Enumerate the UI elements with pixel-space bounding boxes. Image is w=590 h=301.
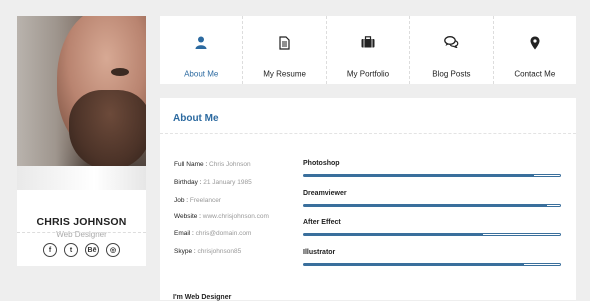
nav-label: About Me <box>184 69 219 79</box>
nav-label: Blog Posts <box>432 69 471 79</box>
profile-photo <box>17 16 146 190</box>
skill-bar <box>303 263 561 266</box>
skill-dreamviewer: Dreamviewer <box>303 190 561 207</box>
comments-icon <box>410 36 492 50</box>
nav-item-about-me[interactable]: About Me <box>160 16 244 84</box>
map-marker-icon <box>494 36 576 50</box>
nav-item-my-resume[interactable]: My Resume <box>243 16 327 84</box>
card-divider <box>17 232 146 233</box>
nav-label: Contact Me <box>514 69 556 79</box>
dribbble-icon[interactable]: ◎ <box>106 243 120 257</box>
info-row: Email : chris@domain.com <box>174 230 252 237</box>
nav-label: My Resume <box>263 69 306 79</box>
section-divider <box>160 133 576 134</box>
info-row: Full Name : Chris Johnson <box>174 161 251 168</box>
profile-name: CHRIS JOHNSON <box>36 216 127 228</box>
info-row: Birthday : 21 January 1985 <box>174 179 252 186</box>
skill-photoshop: Photoshop <box>303 160 561 177</box>
skill-bar <box>303 204 561 207</box>
skill-after-effect: After Effect <box>303 219 561 236</box>
nav-item-blog-posts[interactable]: Blog Posts <box>410 16 494 84</box>
website-link[interactable]: www.chrisjohnson.com <box>203 213 269 220</box>
behance-icon[interactable]: Bē <box>85 243 99 257</box>
social-links: f t Bē ◎ <box>24 243 139 257</box>
about-panel: About Me Full Name : Chris Johnson Birth… <box>160 98 576 301</box>
skill-illustrator: Illustrator <box>303 249 561 266</box>
section-title: About Me <box>173 113 219 124</box>
twitter-icon[interactable]: t <box>64 243 78 257</box>
facebook-icon[interactable]: f <box>43 243 57 257</box>
nav-label: My Portfolio <box>346 69 390 79</box>
skill-bar <box>303 233 561 236</box>
briefcase-icon <box>327 36 409 50</box>
email-link[interactable]: chris@domain.com <box>196 230 252 237</box>
info-row: Job : Freelancer <box>174 197 221 204</box>
profile-card: CHRIS JOHNSON Web Designer <box>17 16 146 266</box>
info-row: Website : www.chrisjohnson.com <box>174 213 269 220</box>
skill-bar <box>303 174 561 177</box>
main-nav: About Me My Resume My Portfolio Blog Pos… <box>160 16 576 84</box>
nav-item-contact-me[interactable]: Contact Me <box>494 16 576 84</box>
document-icon <box>243 36 325 50</box>
nav-item-my-portfolio[interactable]: My Portfolio <box>327 16 411 84</box>
info-row: Skype : chrisjohnson85 <box>174 248 242 255</box>
user-icon <box>160 36 242 50</box>
